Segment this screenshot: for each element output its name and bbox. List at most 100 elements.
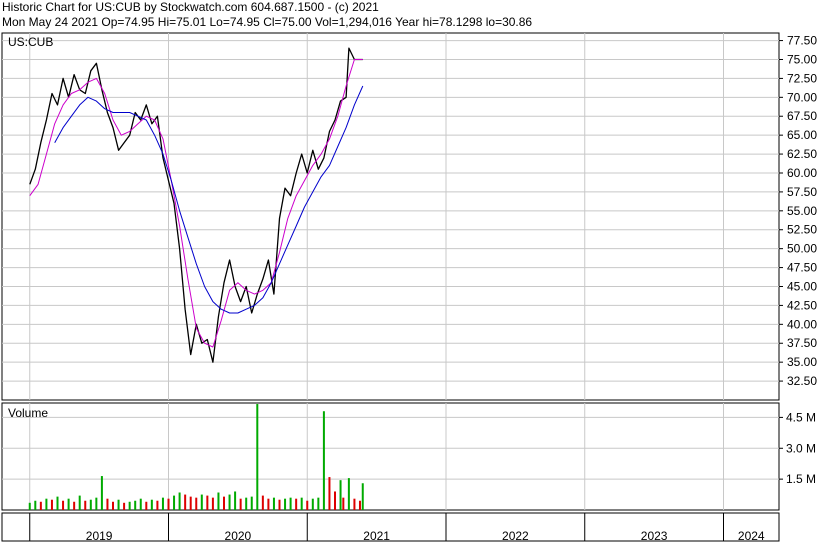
volume-bar xyxy=(295,498,298,510)
price-tick-label: 47.50 xyxy=(787,261,817,275)
price-tick-label: 42.50 xyxy=(787,298,817,312)
moving-average-long-line xyxy=(54,85,364,314)
volume-bar xyxy=(195,497,198,510)
volume-bar xyxy=(28,502,31,510)
volume-bar xyxy=(156,500,159,510)
volume-bar xyxy=(50,499,53,510)
volume-bar xyxy=(89,499,92,510)
volume-bar xyxy=(245,497,248,510)
volume-bar xyxy=(128,501,131,510)
volume-bar xyxy=(239,498,242,510)
price-line xyxy=(29,47,363,363)
price-tick-label: 57.50 xyxy=(787,185,817,199)
volume-bar xyxy=(139,498,142,510)
volume-bar xyxy=(106,498,109,510)
volume-bar xyxy=(334,491,336,510)
volume-bar xyxy=(311,498,314,510)
volume-tick-label: 3.0 M xyxy=(786,441,816,455)
volume-bar xyxy=(211,497,214,510)
volume-bar xyxy=(184,494,187,510)
volume-bar xyxy=(250,496,253,510)
volume-bar xyxy=(200,494,203,510)
price-tick-label: 37.50 xyxy=(787,336,817,350)
volume-bar xyxy=(34,500,37,510)
price-panel: 77.50 75.00 72.50 70.00 67.50 65.00 62.50 60.00… xyxy=(1,32,817,401)
price-tick-label: 75.00 xyxy=(787,52,817,66)
volume-panel-frame xyxy=(1,402,780,511)
volume-bar xyxy=(150,499,153,510)
stock-chart: 77.50 75.00 72.50 70.00 67.50 65.00 62.50 60.00… xyxy=(1,32,817,543)
volume-bar xyxy=(267,498,270,510)
price-tick-label: 60.00 xyxy=(787,166,817,180)
moving-average-short-line xyxy=(29,59,363,348)
volume-bar xyxy=(67,498,70,510)
volume-bar xyxy=(39,501,42,510)
price-tick-label: 40.00 xyxy=(787,317,817,331)
volume-bar xyxy=(123,502,126,510)
volume-bar xyxy=(306,500,309,510)
volume-bar xyxy=(145,501,148,510)
volume-bar xyxy=(353,498,356,510)
volume-bar xyxy=(358,500,361,510)
volume-bar xyxy=(100,476,103,510)
volume-bar xyxy=(95,497,98,510)
volume-bar xyxy=(117,499,120,510)
volume-bar xyxy=(300,497,303,510)
time-axis: 2019 2020 2021 2022 2023 2024 xyxy=(1,512,780,543)
volume-bar xyxy=(317,497,320,510)
price-tick-label: 55.00 xyxy=(787,204,817,218)
price-tick-label: 45.00 xyxy=(787,279,817,293)
volume-bar xyxy=(112,501,114,510)
volume-panel: 4.5 M 3.0 M 1.5 M Volume xyxy=(1,402,816,511)
volume-bar xyxy=(272,497,275,510)
price-tick-label: 50.00 xyxy=(787,242,817,256)
volume-bar xyxy=(284,498,287,510)
price-tick-label: 35.00 xyxy=(787,355,817,369)
price-tick-label: 77.50 xyxy=(787,34,817,48)
price-tick-label: 32.50 xyxy=(787,374,817,388)
volume-bar xyxy=(62,500,65,510)
volume-bar xyxy=(261,495,264,510)
volume-bar xyxy=(134,500,137,510)
volume-bar xyxy=(339,480,342,510)
price-tick-label: 67.50 xyxy=(787,109,817,123)
year-label: 2024 xyxy=(738,529,765,543)
price-tick-label: 62.50 xyxy=(787,147,817,161)
price-panel-label: US:CUB xyxy=(8,35,53,49)
volume-bar xyxy=(289,497,292,510)
volume-bar xyxy=(328,477,331,510)
volume-bar xyxy=(56,496,59,510)
year-label: 2020 xyxy=(225,529,252,543)
volume-bar xyxy=(167,498,170,510)
volume-bar xyxy=(217,492,220,510)
year-label: 2021 xyxy=(363,529,390,543)
volume-bar xyxy=(45,498,48,510)
year-label: 2019 xyxy=(86,529,113,543)
volume-bar xyxy=(173,495,176,510)
volume-bar xyxy=(234,491,237,510)
volume-bar xyxy=(223,496,225,510)
price-tick-label: 52.50 xyxy=(787,223,817,237)
volume-bar xyxy=(256,404,259,510)
volume-tick-label: 1.5 M xyxy=(786,472,816,486)
volume-bar xyxy=(78,495,81,510)
volume-bar xyxy=(228,494,231,510)
year-label: 2022 xyxy=(502,529,529,543)
volume-bar xyxy=(178,492,181,510)
volume-bar xyxy=(73,501,76,510)
volume-bar xyxy=(206,495,209,510)
volume-bar xyxy=(278,499,281,510)
price-tick-label: 65.00 xyxy=(787,128,817,142)
price-tick-label: 70.00 xyxy=(787,90,817,104)
year-label: 2023 xyxy=(641,529,668,543)
volume-bar xyxy=(161,497,164,510)
volume-bar xyxy=(322,411,325,510)
volume-bar xyxy=(342,497,345,510)
volume-bar xyxy=(361,483,364,510)
price-panel-frame xyxy=(1,32,780,401)
volume-bar xyxy=(189,496,192,510)
price-tick-label: 72.50 xyxy=(787,71,817,85)
volume-bar xyxy=(347,478,350,510)
volume-panel-label: Volume xyxy=(8,406,48,420)
volume-bar xyxy=(84,500,87,510)
